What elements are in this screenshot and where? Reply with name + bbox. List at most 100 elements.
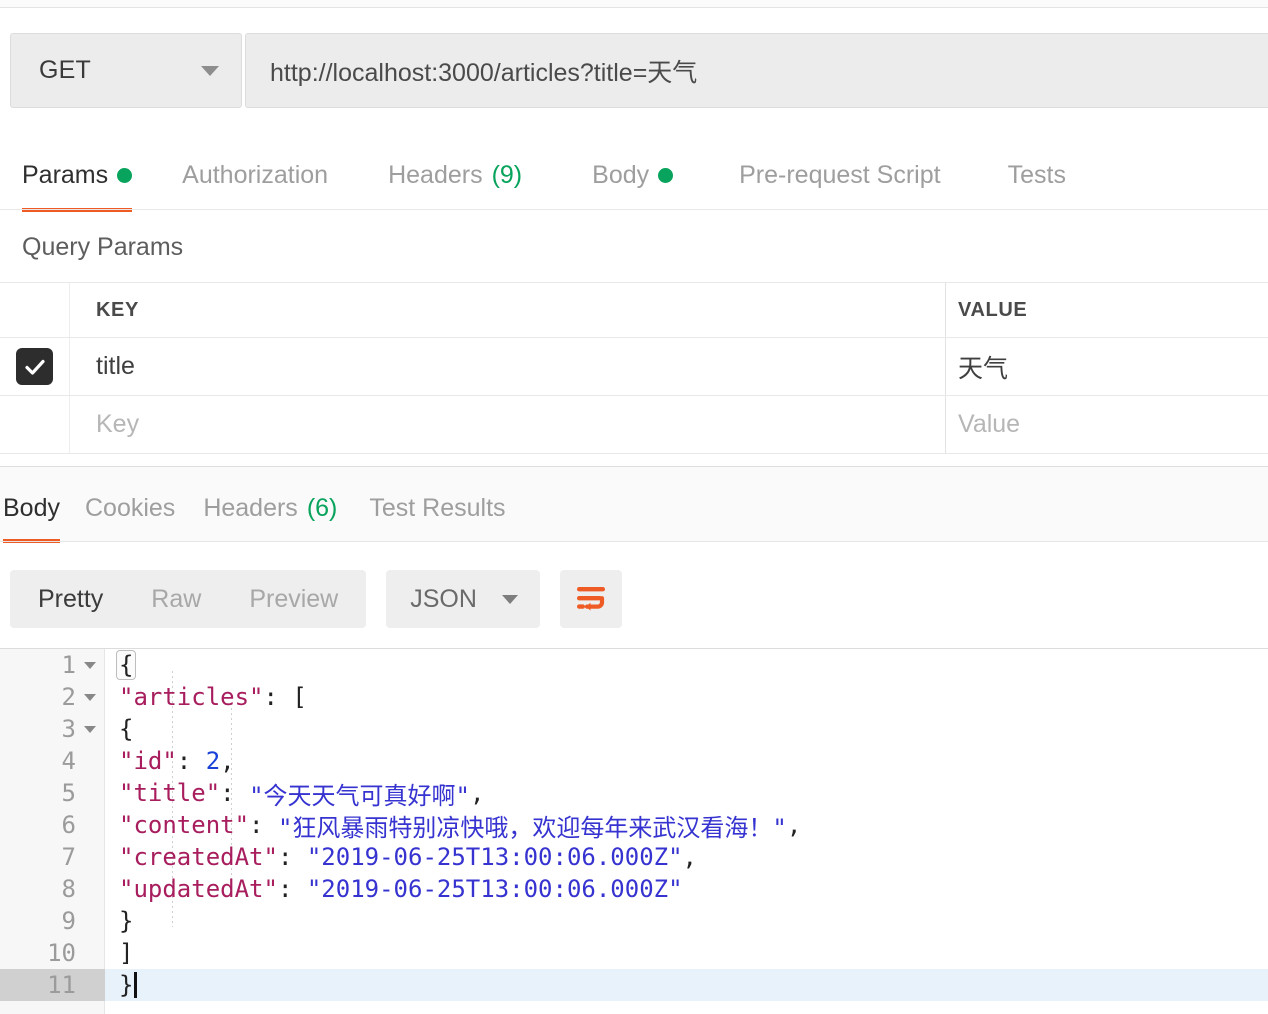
top-divider xyxy=(0,7,1268,8)
fold-arrow-icon[interactable] xyxy=(84,661,96,669)
json-string: "2019-06-25T13:00:06.000Z" xyxy=(306,875,683,903)
new-param-key-placeholder: Key xyxy=(96,410,140,438)
response-tab-body[interactable]: Body xyxy=(3,474,60,543)
param-key-input[interactable]: title xyxy=(70,338,946,395)
line-gutter[interactable]: 11 xyxy=(0,969,105,1001)
body-dot-icon xyxy=(658,167,674,183)
row-enabled-checkbox[interactable] xyxy=(16,348,53,385)
code-line: 3 { xyxy=(0,713,1268,745)
line-content: { xyxy=(105,649,1268,681)
code-line: 1 { xyxy=(0,649,1268,681)
code-line: 2 "articles": [ xyxy=(0,681,1268,713)
line-content: "updatedAt": "2019-06-25T13:00:06.000Z" xyxy=(119,875,683,903)
format-mode-pretty-label: Pretty xyxy=(38,584,104,613)
unsaved-dot-icon xyxy=(117,167,133,183)
line-gutter[interactable]: 9 xyxy=(0,905,105,937)
line-content: ] xyxy=(119,939,134,967)
url-input[interactable]: http://localhost:3000/articles?title=天气 xyxy=(245,33,1268,108)
code-line: 5 "title": "今天天气可真好啊", xyxy=(0,777,1268,810)
code-line: 10 ] xyxy=(0,937,1268,969)
table-row[interactable]: title 天气 xyxy=(0,338,1268,396)
param-value-input[interactable]: 天气 xyxy=(946,338,1268,395)
code-line: 6 "content": "狂风暴雨特别凉快哦，欢迎每年来武汉看海！", xyxy=(0,809,1268,842)
code-line: 7 "createdAt": "2019-06-25T13:00:06.000Z… xyxy=(0,841,1268,873)
url-text: http://localhost:3000/articles?title=天气 xyxy=(270,58,698,87)
tab-tests[interactable]: Tests xyxy=(1008,140,1066,210)
line-content: } xyxy=(105,969,1268,1001)
tab-headers[interactable]: Headers (9) xyxy=(388,140,522,210)
column-header-value: VALUE xyxy=(958,298,1028,321)
tab-body[interactable]: Body xyxy=(592,140,674,210)
json-key: "createdAt" xyxy=(119,843,278,871)
request-tabs-divider xyxy=(0,209,1268,210)
line-content: } xyxy=(119,907,134,935)
json-key: "updatedAt" xyxy=(119,875,278,903)
tab-authorization[interactable]: Authorization xyxy=(182,140,328,210)
tab-pre-request-script[interactable]: Pre-request Script xyxy=(739,140,940,210)
response-language-label: JSON xyxy=(410,584,477,613)
line-gutter[interactable]: 10 xyxy=(0,937,105,969)
line-content: "title": "今天天气可真好啊", xyxy=(105,777,1268,810)
response-body-editor[interactable]: 1 { 2 "articles": [ 3 { 4 "id": 2 , 5 "… xyxy=(0,648,1268,1014)
request-tabs: Params Authorization Headers (9) Body Pr… xyxy=(0,140,1268,212)
column-header-key: KEY xyxy=(96,298,139,321)
tab-params[interactable]: Params xyxy=(22,140,133,212)
fold-arrow-icon[interactable] xyxy=(84,725,96,733)
line-gutter[interactable]: 2 xyxy=(0,681,105,713)
line-content: "articles": [ xyxy=(119,683,307,711)
format-mode-pretty[interactable]: Pretty xyxy=(14,570,127,628)
line-number: 3 xyxy=(61,715,76,743)
code-line-active: 11 } xyxy=(0,969,1268,1001)
text-cursor xyxy=(134,972,138,998)
editor-lines: 1 { 2 "articles": [ 3 { 4 "id": 2 , 5 "… xyxy=(0,649,1268,1001)
line-gutter[interactable]: 4 xyxy=(0,745,105,777)
line-number: 10 xyxy=(47,939,76,967)
line-gutter[interactable]: 3 xyxy=(0,713,105,745)
wrap-text-button[interactable] xyxy=(559,570,622,628)
http-method-dropdown[interactable]: GET xyxy=(10,33,242,108)
line-gutter[interactable]: 1 xyxy=(0,649,105,681)
request-url-bar: GET http://localhost:3000/articles?title… xyxy=(10,33,1268,108)
tab-pre-request-script-label: Pre-request Script xyxy=(739,160,941,189)
tab-tests-label: Tests xyxy=(1007,160,1066,189)
new-param-key-input[interactable]: Key xyxy=(70,396,946,453)
response-tab-cookies[interactable]: Cookies xyxy=(85,474,175,542)
line-number: 1 xyxy=(61,651,76,679)
line-gutter[interactable]: 5 xyxy=(0,777,105,809)
tab-body-label: Body xyxy=(592,160,650,189)
check-icon xyxy=(24,359,45,375)
json-key: "articles" xyxy=(119,683,264,711)
param-key-value: title xyxy=(96,352,135,380)
response-tab-headers[interactable]: Headers (6) xyxy=(203,474,337,542)
tab-headers-count: (9) xyxy=(491,160,523,189)
response-tab-test-results[interactable]: Test Results xyxy=(369,474,505,542)
response-tab-cookies-label: Cookies xyxy=(84,493,176,522)
chevron-down-icon xyxy=(201,65,219,76)
line-gutter[interactable]: 8 xyxy=(0,873,105,905)
response-tab-headers-count: (6) xyxy=(306,493,338,522)
new-param-value-input[interactable]: Value xyxy=(946,396,1268,453)
fold-arrow-icon[interactable] xyxy=(84,693,96,701)
line-number: 8 xyxy=(61,875,76,903)
json-key: "content" xyxy=(119,811,250,839)
line-content: "id": 2, xyxy=(119,747,235,775)
format-mode-raw[interactable]: Raw xyxy=(127,570,225,628)
table-row-empty[interactable]: Key Value xyxy=(0,396,1268,454)
format-mode-preview-label: Preview xyxy=(249,584,339,613)
tab-authorization-label: Authorization xyxy=(182,160,329,189)
word-wrap-icon xyxy=(576,587,605,611)
line-number: 11 xyxy=(47,971,76,999)
header-check-cell xyxy=(0,283,70,337)
line-gutter[interactable]: 7 xyxy=(0,841,105,873)
response-format-toolbar: Pretty Raw Preview JSON xyxy=(10,570,622,628)
response-language-dropdown[interactable]: JSON xyxy=(386,570,540,628)
line-number: 5 xyxy=(61,779,76,807)
json-string: "狂风暴雨特别凉快哦，欢迎每年来武汉看海！" xyxy=(277,813,787,842)
format-mode-group: Pretty Raw Preview xyxy=(10,570,367,628)
line-number: 6 xyxy=(61,811,76,839)
code-line: 8 "updatedAt": "2019-06-25T13:00:06.000Z… xyxy=(0,873,1268,905)
response-tab-headers-label: Headers xyxy=(203,493,298,522)
json-string: "今天天气可真好啊" xyxy=(249,781,470,810)
format-mode-preview[interactable]: Preview xyxy=(225,570,362,628)
line-gutter[interactable]: 6 xyxy=(0,809,105,841)
